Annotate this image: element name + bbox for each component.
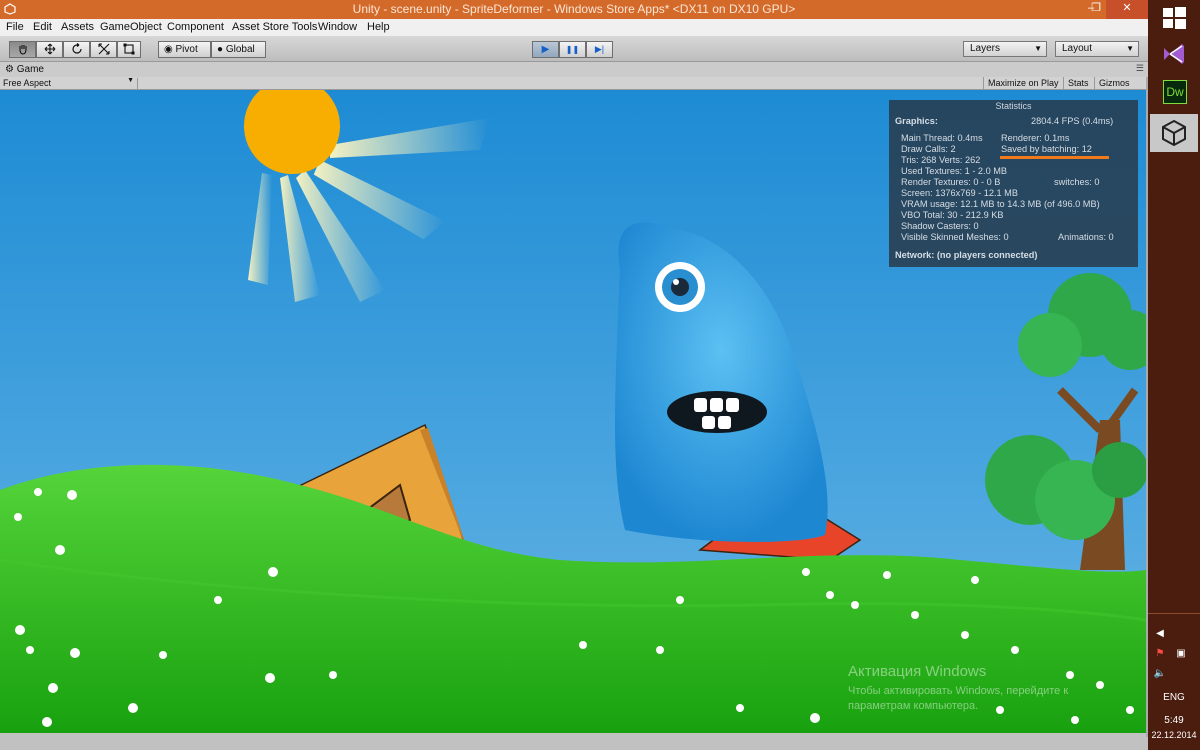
panel-menu-icon[interactable]: ☰ (1136, 63, 1144, 74)
clock-time[interactable]: 5:49 (1148, 715, 1200, 726)
move-tool-button[interactable] (36, 41, 63, 58)
aspect-dropdown[interactable]: Free Aspect ▼ (3, 77, 138, 89)
statistics-title: Statistics (995, 101, 1032, 111)
windows-start-button[interactable] (1150, 0, 1198, 38)
hand-icon (18, 45, 27, 55)
chevron-down-icon: ▼ (127, 77, 134, 84)
activation-watermark-title: Активация Windows (848, 663, 987, 680)
rect-icon (123, 43, 135, 55)
maximize-on-play-button[interactable]: Maximize on Play (983, 77, 1063, 90)
network-icon[interactable]: ▣ (1174, 648, 1188, 659)
visual-studio-taskbar-button[interactable] (1150, 36, 1198, 74)
scale-icon (97, 43, 110, 55)
rotate-icon (71, 43, 82, 54)
close-button[interactable]: ✕ (1106, 0, 1148, 19)
menu-file[interactable]: File (6, 21, 24, 33)
render-textures-value: Render Textures: 0 - 0 B (901, 177, 1001, 187)
switches-value: switches: 0 (1054, 177, 1100, 187)
chevron-down-icon: ▼ (1126, 44, 1134, 53)
aspect-label: Free Aspect (3, 78, 52, 88)
title-bar: Unity - scene.unity - SpriteDeformer - W… (0, 0, 1148, 19)
statistics-panel: Statistics Graphics: 2804.4 FPS (0.4ms) … (889, 100, 1138, 267)
game-tab-label: Game (16, 64, 44, 75)
stats-button[interactable]: Stats (1063, 77, 1093, 90)
highlight-underline (1000, 156, 1109, 159)
layers-label: Layers (970, 43, 1001, 54)
main-toolbar: ◉ Pivot ● Global ▶ ❚❚ ▶| Layers ▼ Layout… (0, 37, 1148, 62)
menu-bar: File Edit Assets GameObject Component As… (0, 19, 1148, 37)
vbo-value: VBO Total: 30 - 212.9 KB (901, 210, 1004, 220)
volume-icon[interactable]: 🔈 (1153, 668, 1167, 679)
windows-icon (1163, 7, 1186, 29)
renderer-value: Renderer: 0.1ms (1001, 133, 1070, 143)
move-icon (44, 43, 55, 55)
layout-dropdown[interactable]: Layout ▼ (1055, 41, 1139, 57)
screen-value: Screen: 1376x769 - 12.1 MB (901, 188, 1018, 198)
rect-tool-button[interactable] (117, 41, 141, 58)
unity-icon (1162, 119, 1186, 147)
window-title: Unity - scene.unity - SpriteDeformer - W… (352, 2, 796, 16)
saved-batching-value: Saved by batching: 12 (1001, 144, 1092, 154)
network-status: Network: (no players connected) (895, 250, 1038, 260)
clock-date[interactable]: 22.12.2014 (1148, 730, 1200, 740)
gizmos-button[interactable]: Gizmos (1094, 77, 1134, 90)
flag-icon[interactable]: ⚑ (1153, 648, 1167, 659)
visual-studio-icon (1164, 44, 1184, 64)
vram-value: VRAM usage: 12.1 MB to 14.3 MB (of 496.0… (901, 199, 1100, 209)
hand-tool-button[interactable] (9, 41, 36, 58)
menu-help[interactable]: Help (367, 21, 390, 33)
tab-game[interactable]: ⚙ Game (5, 64, 44, 75)
menu-asset-store-tools[interactable]: Asset Store Tools (232, 21, 317, 33)
tris-verts-value: Tris: 268 Verts: 262 (901, 155, 981, 165)
global-toggle[interactable]: ● Global (211, 41, 266, 58)
main-thread-value: Main Thread: 0.4ms (901, 133, 983, 143)
fps-value: 2804.4 FPS (0.4ms) (1031, 116, 1114, 126)
unity-window: Unity - scene.unity - SpriteDeformer - W… (0, 0, 1148, 750)
menu-component[interactable]: Component (167, 21, 224, 33)
activation-watermark-text: Чтобы активировать Windows, перейдите к … (848, 685, 1069, 712)
graphics-label: Graphics: (895, 116, 938, 126)
taskbar: Dw ◀ ⚑ ▣ 🔈 ENG 5:49 22.12.2014 (1148, 0, 1200, 750)
maximize-button[interactable]: ❐ (1085, 0, 1107, 19)
show-hidden-icons-button[interactable]: ◀ (1154, 628, 1166, 639)
step-button[interactable]: ▶| (586, 41, 613, 58)
menu-assets[interactable]: Assets (61, 21, 94, 33)
menu-edit[interactable]: Edit (33, 21, 52, 33)
pivot-toggle[interactable]: ◉ Pivot (158, 41, 211, 58)
menu-window[interactable]: Window (318, 21, 357, 33)
chevron-down-icon: ▼ (1034, 44, 1042, 53)
global-label: Global (225, 44, 255, 55)
dreamweaver-taskbar-button[interactable]: Dw (1150, 74, 1198, 112)
game-view-toolbar: Free Aspect ▼ Maximize on Play Stats Giz… (0, 77, 1148, 90)
globe-icon: ● (217, 44, 224, 55)
scale-tool-button[interactable] (90, 41, 117, 58)
skinned-meshes-value: Visible Skinned Meshes: 0 (901, 232, 1009, 242)
rotate-tool-button[interactable] (63, 41, 90, 58)
used-textures-value: Used Textures: 1 - 2.0 MB (901, 166, 1008, 176)
game-controller-icon: ⚙ (5, 64, 14, 75)
layers-dropdown[interactable]: Layers ▼ (963, 41, 1047, 57)
shadow-casters-value: Shadow Casters: 0 (901, 221, 979, 231)
animations-value: Animations: 0 (1058, 232, 1114, 242)
language-indicator[interactable]: ENG (1148, 692, 1200, 703)
tray-divider (1148, 613, 1200, 614)
pivot-icon: ◉ (164, 44, 173, 55)
dreamweaver-icon: Dw (1163, 80, 1187, 104)
pause-button[interactable]: ❚❚ (559, 41, 586, 58)
play-button[interactable]: ▶ (532, 41, 559, 58)
draw-calls-value: Draw Calls: 2 (901, 144, 956, 154)
game-tab-bar: ⚙ Game ☰ (0, 62, 1148, 77)
menu-gameobject[interactable]: GameObject (100, 21, 162, 33)
pivot-label: Pivot (175, 44, 198, 55)
layout-label: Layout (1062, 43, 1093, 54)
unity-taskbar-button[interactable] (1150, 114, 1198, 152)
